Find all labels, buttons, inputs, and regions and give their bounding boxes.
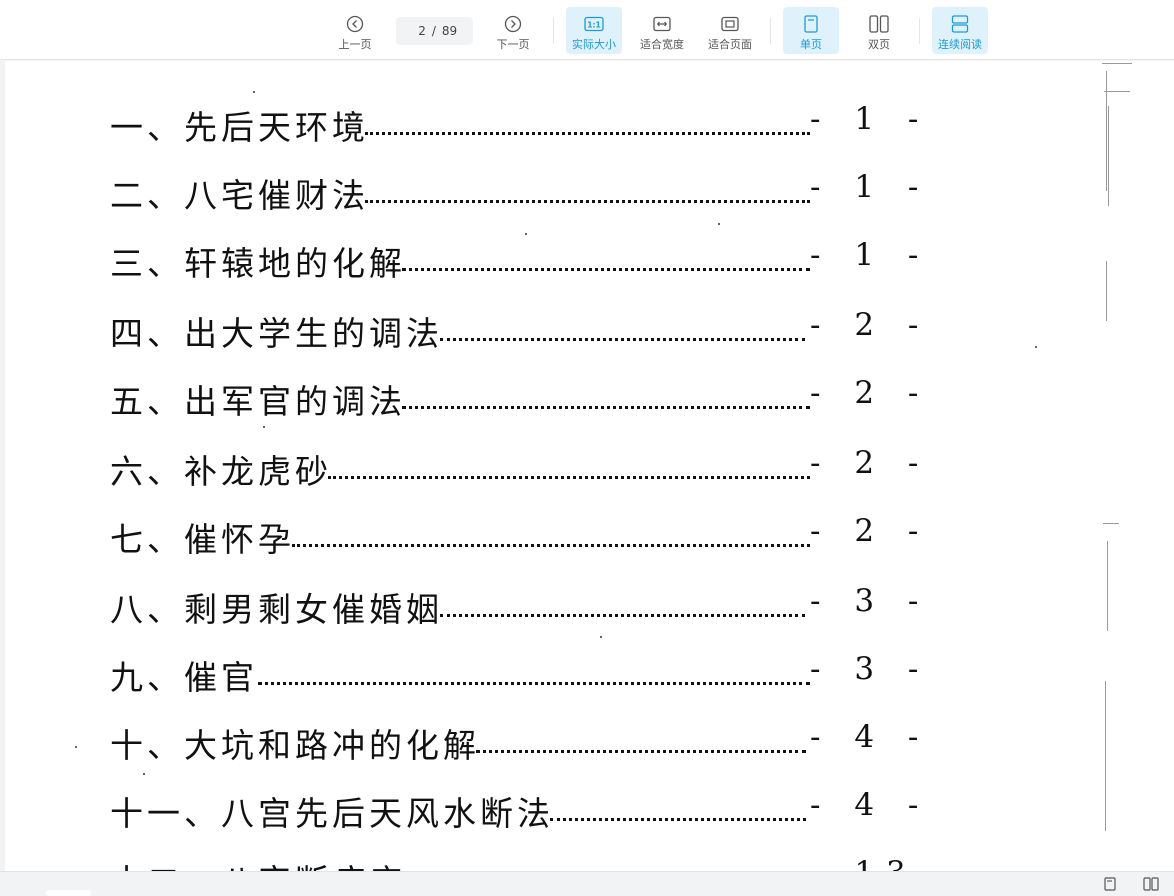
fit-width-icon: [653, 13, 671, 35]
page-indicator: / 89: [396, 17, 473, 45]
continuous-reading-button[interactable]: 连续阅读: [932, 7, 988, 54]
total-pages: 89: [441, 24, 458, 38]
toolbar-divider: [770, 18, 771, 44]
toc-entry-title: 一、先后天环境: [110, 108, 369, 147]
document-page: 一、先后天环境 - 1 - 二、八宅催财法 - 1 - 三、轩辕地的化解 - 1…: [5, 61, 1102, 871]
prev-page-label: 上一页: [338, 38, 372, 51]
toc-entry-title: 六、补龙虎砂: [110, 452, 332, 491]
toc-entry[interactable]: 二、八宅催财法 - 1 -: [110, 169, 918, 219]
toc-entry-title: 十、大坑和路冲的化解: [110, 726, 480, 765]
toc-entry-title: 十二、八宅断病店: [110, 855, 406, 871]
scan-speck: [718, 223, 720, 225]
toc-entry-title: 二、八宅催财法: [110, 176, 369, 215]
toc-entry-title: 七、催怀孕: [110, 520, 295, 559]
toc-entry-title: 五、出军官的调法: [110, 382, 406, 421]
current-page-input[interactable]: [411, 24, 426, 38]
toc-entry-title: 三、轩辕地的化解: [110, 244, 406, 283]
toolbar: 上一页 / 89 下一页 1:1 实际大小 适合宽度 适合页面 单: [0, 0, 1174, 60]
toc-entry-page: - 2 -: [810, 307, 931, 343]
chevron-left-circle-icon: [346, 13, 364, 35]
toc-leader-dots: [402, 257, 810, 271]
fit-page-label: 适合页面: [708, 38, 752, 51]
scan-speck: [253, 91, 255, 93]
toc-leader-dots: [440, 327, 805, 341]
toc-leader-dots: [365, 189, 810, 203]
toc-leader-dots: [365, 121, 810, 135]
scan-speck: [143, 773, 145, 775]
chevron-right-circle-icon: [504, 13, 522, 35]
fit-page-button[interactable]: 适合页面: [702, 7, 758, 54]
toc-entry[interactable]: 七、催怀孕 - 2 -: [110, 513, 918, 563]
single-page-icon[interactable]: [1104, 876, 1116, 892]
toc-entry-page: - 3 -: [810, 583, 931, 619]
toc-entry[interactable]: 六、补龙虎砂 - 2 -: [110, 445, 918, 495]
toc-entry-page: - 4 -: [810, 787, 931, 823]
toc-entry-page: - 1 -: [810, 237, 931, 273]
toc-entry[interactable]: 四、出大学生的调法 - 2 -: [110, 307, 918, 357]
toc-entry[interactable]: 五、出军官的调法 - 2 -: [110, 375, 918, 425]
scan-speck: [600, 636, 602, 638]
toc-entry-page: - 13 -: [810, 855, 962, 871]
single-page-label: 单页: [800, 38, 822, 51]
scan-edge-noise: [1102, 63, 1132, 831]
toc-entry[interactable]: 九、催官 - 3 -: [110, 651, 918, 701]
toc-entry-title: 四、出大学生的调法: [110, 314, 443, 353]
double-page-label: 双页: [868, 38, 890, 51]
single-page-icon: [804, 13, 818, 35]
page-separator: /: [431, 24, 436, 38]
toc-entry-title: 十一、八宫先后天风水断法: [110, 794, 554, 833]
scan-speck: [525, 233, 527, 235]
toc-entry-page: - 2 -: [810, 375, 931, 411]
toc-leader-dots: [440, 603, 805, 617]
next-page-label: 下一页: [496, 38, 530, 51]
double-page-icon[interactable]: [1143, 876, 1159, 892]
single-page-button[interactable]: 单页: [783, 7, 839, 54]
toc-leader-dots: [258, 671, 810, 685]
actual-size-button[interactable]: 1:1 实际大小: [566, 7, 622, 54]
actual-size-icon-text: 1:1: [587, 20, 600, 29]
toc-entry-page: - 2 -: [810, 513, 931, 549]
toc-entry[interactable]: 十、大坑和路冲的化解 - 4 -: [110, 719, 918, 769]
toc-entry-title: 九、催官: [110, 658, 258, 697]
toc-leader-dots: [476, 739, 806, 753]
actual-size-icon: 1:1: [584, 13, 604, 35]
toc-leader-dots: [550, 807, 806, 821]
continuous-reading-label: 连续阅读: [938, 38, 982, 51]
page-right-margin: [1102, 61, 1174, 871]
toc-leader-dots: [292, 533, 810, 547]
toc-leader-dots: [328, 465, 810, 479]
toc-entry[interactable]: 十一、八宫先后天风水断法 - 4 -: [110, 787, 918, 837]
fit-width-button[interactable]: 适合宽度: [634, 7, 690, 54]
toc-entry-page: - 1 -: [810, 169, 931, 205]
toc-entry[interactable]: 八、剩男剩女催婚姻 - 3 -: [110, 583, 918, 633]
next-page-button[interactable]: 下一页: [488, 7, 538, 54]
toolbar-divider: [919, 18, 920, 44]
scan-speck: [263, 426, 265, 428]
toc-entry-page: - 2 -: [810, 445, 931, 481]
toc-entry[interactable]: 三、轩辕地的化解 - 1 -: [110, 237, 918, 287]
toc-entry[interactable]: 十二、八宅断病店 - 13 -: [110, 855, 950, 871]
double-page-button[interactable]: 双页: [851, 7, 907, 54]
toc-entry-page: - 3 -: [810, 651, 931, 687]
prev-page-button[interactable]: 上一页: [330, 7, 380, 54]
toc-entry[interactable]: 一、先后天环境 - 1 -: [110, 101, 918, 151]
actual-size-label: 实际大小: [572, 38, 616, 51]
fit-page-icon: [721, 13, 739, 35]
toc-leader-dots: [402, 395, 810, 409]
continuous-reading-icon: [951, 13, 969, 35]
double-page-icon: [869, 13, 889, 35]
toc-entry-title: 八、剩男剩女催婚姻: [110, 590, 443, 629]
horizontal-scrollbar[interactable]: [46, 890, 91, 896]
toc-entry-page: - 1 -: [810, 101, 931, 137]
fit-width-label: 适合宽度: [640, 38, 684, 51]
scan-speck: [75, 746, 77, 748]
bottom-bar: [0, 871, 1174, 896]
toc-entry-page: - 4 -: [810, 719, 931, 755]
scan-speck: [1035, 346, 1037, 348]
toolbar-divider: [553, 18, 554, 44]
